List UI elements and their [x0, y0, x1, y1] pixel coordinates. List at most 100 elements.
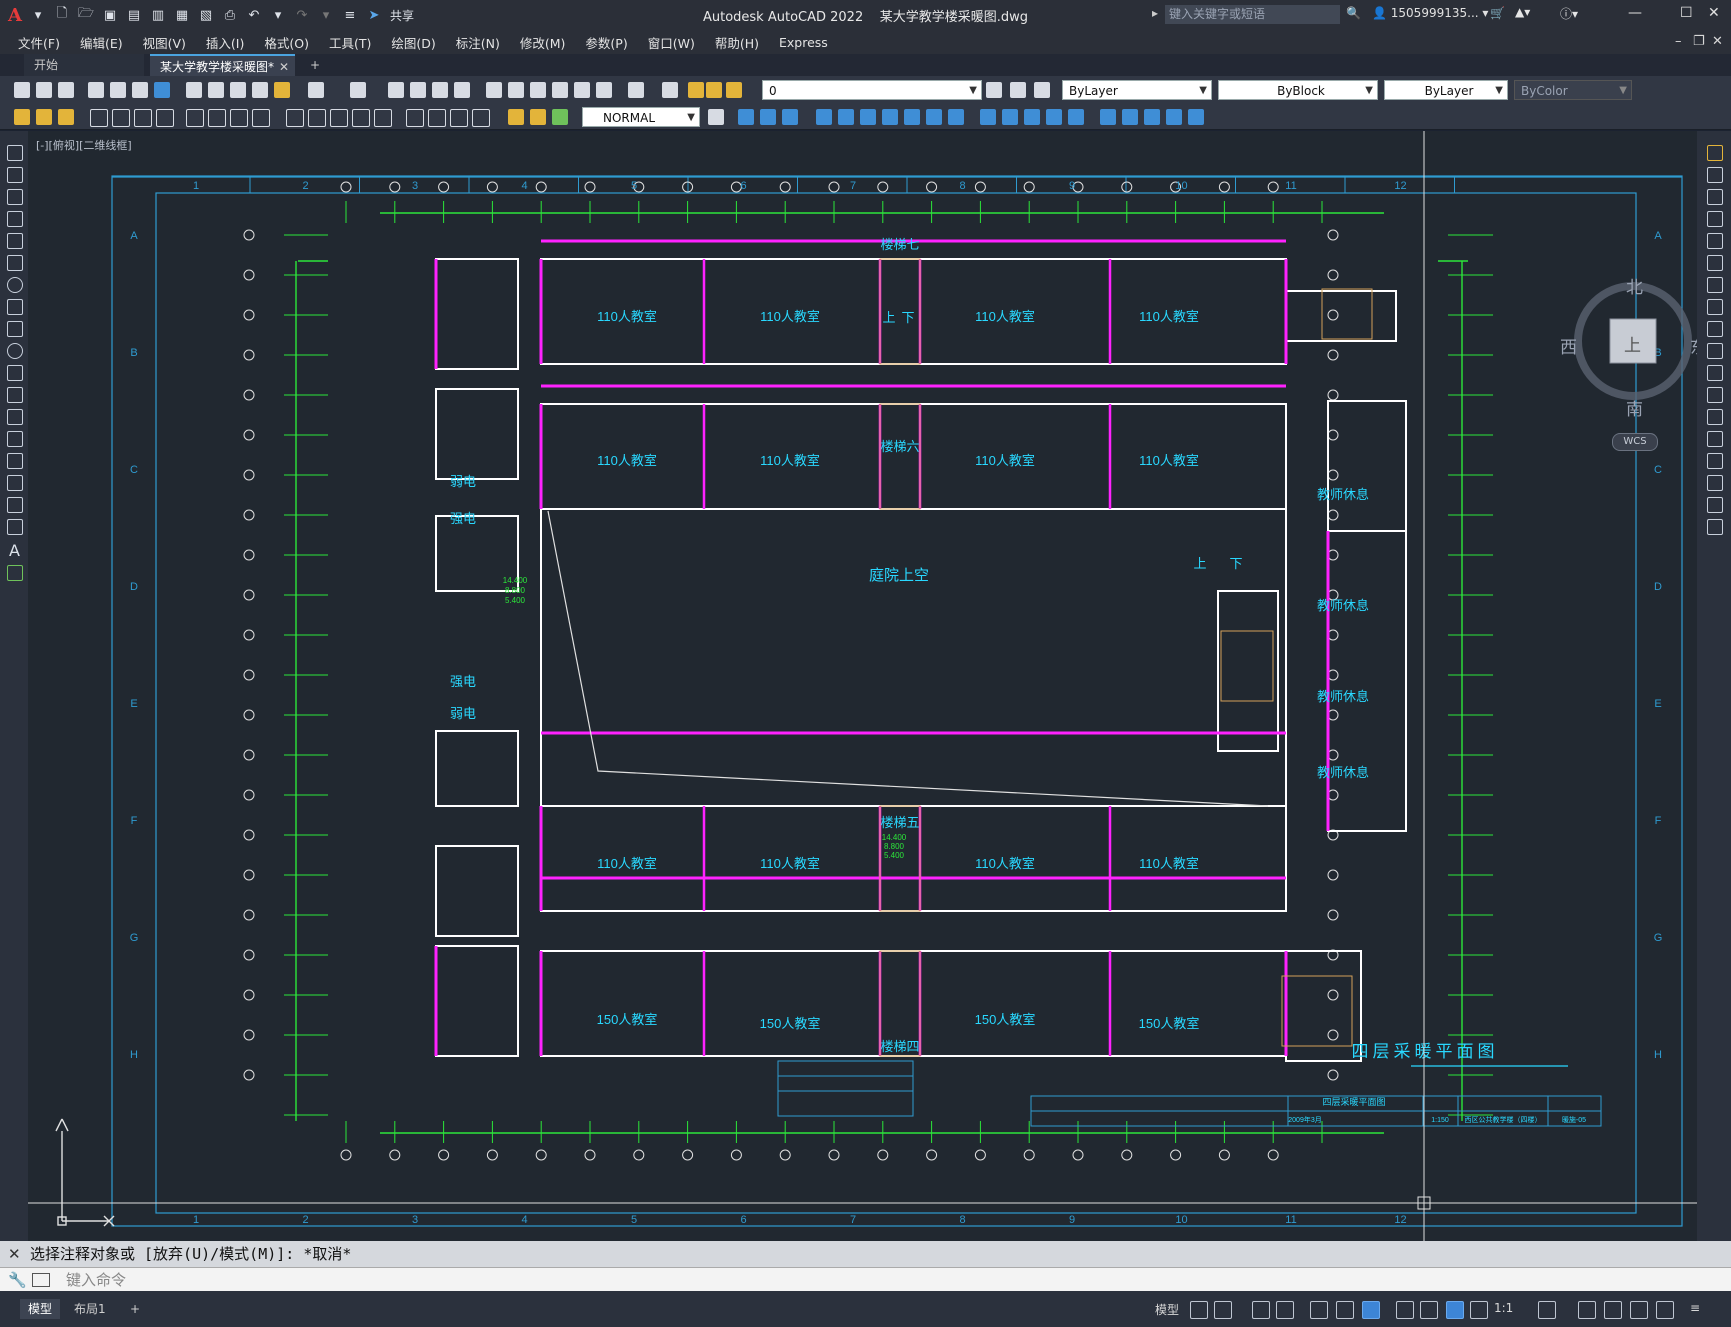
annotation-visibility-icon[interactable] [1446, 1301, 1464, 1319]
construction-line-icon[interactable] [7, 167, 23, 183]
trim-icon[interactable] [1707, 343, 1723, 359]
recent-commands-icon[interactable] [32, 1273, 50, 1287]
insert-block-icon[interactable] [7, 387, 23, 403]
design-center-icon[interactable] [508, 82, 524, 98]
dim-break-icon[interactable] [374, 109, 392, 127]
explode-icon[interactable] [1166, 109, 1182, 125]
menu-express[interactable]: Express [779, 35, 828, 50]
wcs-menu[interactable]: WCS [1612, 433, 1658, 451]
publish-icon[interactable] [132, 82, 148, 98]
redo-icon[interactable] [350, 82, 366, 98]
customize-toolbar-icon[interactable]: ≡ [341, 6, 359, 24]
annotation-scale[interactable]: 1:1 [1494, 1301, 1513, 1315]
erase-icon[interactable] [1188, 109, 1204, 125]
app-menu-chevron-icon[interactable]: ▾ [29, 6, 47, 24]
save-icon[interactable]: ▣ [101, 6, 119, 24]
layer-properties-icon[interactable] [662, 82, 678, 98]
scale-icon[interactable] [1707, 299, 1723, 315]
command-input[interactable]: 键入命令 [66, 1271, 126, 1289]
qselect-icon[interactable] [14, 109, 30, 125]
continue-dim-icon[interactable] [330, 109, 348, 127]
baseline-dim-icon[interactable] [308, 109, 326, 127]
mirror-icon[interactable] [860, 109, 876, 125]
stretch-icon[interactable] [1707, 321, 1723, 337]
search-expand-icon[interactable]: ▸ [1152, 6, 1158, 20]
dim-style-dropdown[interactable]: NORMAL ▼ [582, 107, 700, 127]
arc-icon[interactable] [7, 255, 23, 271]
redo-icon[interactable]: ↷ [293, 6, 311, 24]
autodesk-app-icon[interactable]: ▲▾ [1515, 5, 1530, 19]
close-icon[interactable]: ✕ [8, 1241, 21, 1267]
break-icon[interactable] [1707, 409, 1723, 425]
3d-dwf-icon[interactable] [154, 82, 170, 98]
plot-icon[interactable] [88, 82, 104, 98]
layer-freeze-icon[interactable] [706, 82, 722, 98]
new-file-icon[interactable]: 🗋 [53, 6, 71, 24]
dim-space-icon[interactable] [352, 109, 370, 127]
rectangle-icon[interactable] [7, 233, 23, 249]
mirror-icon[interactable] [1707, 189, 1723, 205]
point-icon[interactable] [7, 431, 23, 447]
jogged-linear-icon[interactable] [472, 109, 490, 127]
dim-style-manager-icon[interactable] [708, 109, 724, 125]
offset-icon[interactable] [1707, 211, 1723, 227]
drawing-canvas[interactable]: [-][俯视][二维线框] 110人教室 110人教室 110人教室 110人教… [28, 131, 1697, 1241]
menu-draw[interactable]: 绘图(D) [391, 33, 435, 52]
fillet-icon[interactable] [1122, 109, 1138, 125]
extend-icon[interactable] [1707, 365, 1723, 381]
copy-icon[interactable] [208, 82, 224, 98]
help-icon[interactable]: ⓘ▾ [1560, 5, 1578, 22]
menu-dimension[interactable]: 标注(N) [456, 33, 500, 52]
ordinate-dim-icon[interactable] [156, 109, 174, 127]
menu-modify[interactable]: 修改(M) [520, 33, 566, 52]
layer-dropdown[interactable]: 0 ▼ [762, 80, 982, 100]
jogged-dim-icon[interactable] [208, 109, 226, 127]
join-icon[interactable] [1068, 109, 1084, 125]
layer-previous-icon[interactable] [1010, 82, 1026, 98]
markup-icon[interactable] [574, 82, 590, 98]
units-icon[interactable] [1604, 1301, 1622, 1319]
autocad-logo[interactable]: A [8, 5, 22, 26]
publish-icon[interactable]: ▥ [149, 6, 167, 24]
object-snap-tracking-icon[interactable] [1336, 1301, 1354, 1319]
match-properties-icon[interactable] [252, 82, 268, 98]
export-icon[interactable]: ▦ [173, 6, 191, 24]
undo-icon[interactable]: ↶ [245, 6, 263, 24]
quick-properties-icon[interactable] [1630, 1301, 1648, 1319]
add-layout-button[interactable]: + [122, 1299, 148, 1319]
ellipse-arc-icon[interactable] [7, 365, 23, 381]
help-icon[interactable] [628, 82, 644, 98]
polygon-icon[interactable] [7, 211, 23, 227]
radius-dim-icon[interactable] [186, 109, 204, 127]
chamfer-icon[interactable] [1100, 109, 1116, 125]
new-icon[interactable] [14, 82, 30, 98]
blend-curves-icon[interactable] [1707, 497, 1723, 513]
move-icon[interactable] [816, 109, 832, 125]
copy-icon[interactable] [1707, 167, 1723, 183]
multiline-text-icon[interactable]: A [9, 541, 20, 560]
polyline-icon[interactable] [7, 189, 23, 205]
tab-document[interactable]: 某大学教学楼采暖图* ✕ [150, 54, 295, 76]
clean-screen-icon[interactable] [1656, 1301, 1674, 1319]
save-as-icon[interactable]: ▤ [125, 6, 143, 24]
polar-icon[interactable] [1276, 1301, 1294, 1319]
save-icon[interactable] [58, 82, 74, 98]
break-icon[interactable] [1046, 109, 1062, 125]
diameter-dim-icon[interactable] [230, 109, 248, 127]
transparency-icon[interactable] [1420, 1301, 1438, 1319]
snap-icon[interactable] [1214, 1301, 1232, 1319]
tab-layout1[interactable]: 布局1 [66, 1299, 114, 1319]
user-account[interactable]: 👤 1505999135... ▾ [1372, 6, 1488, 20]
center-mark-icon[interactable] [428, 109, 446, 127]
compass-west[interactable]: 西 [1560, 333, 1577, 358]
redo-dropdown-icon[interactable]: ▾ [317, 6, 335, 24]
isodraft-icon[interactable] [1310, 1301, 1328, 1319]
menu-file[interactable]: 文件(F) [18, 33, 60, 52]
model-space-toggle[interactable]: 模型 [1155, 1301, 1179, 1318]
block-editor-icon[interactable] [274, 82, 290, 98]
region-icon[interactable] [7, 497, 23, 513]
tool-palettes-icon[interactable] [530, 82, 546, 98]
search-icon[interactable]: 🔍 [1346, 6, 1361, 20]
draworder-above-icon[interactable] [782, 109, 798, 125]
make-block-icon[interactable] [7, 409, 23, 425]
